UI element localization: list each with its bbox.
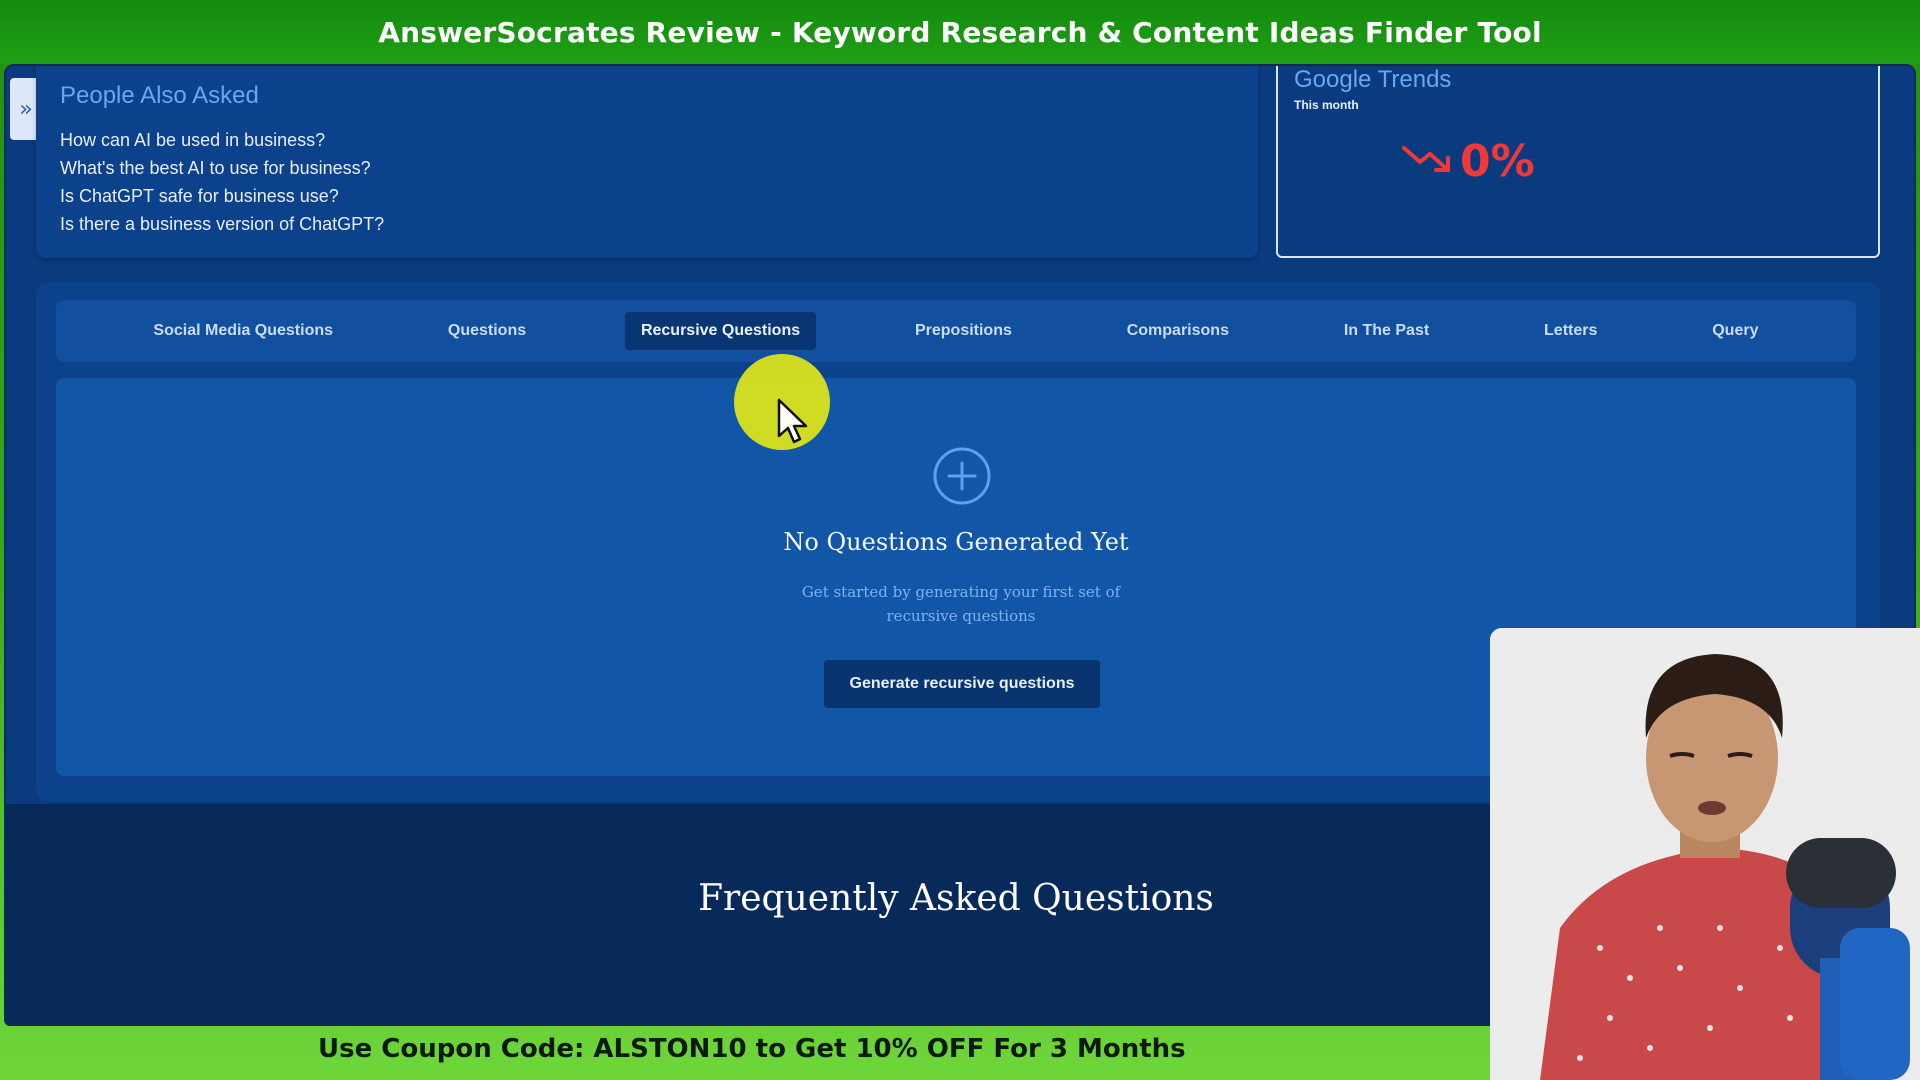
paa-question[interactable]: What's the best AI to use for business? bbox=[60, 154, 384, 182]
coupon-banner: Use Coupon Code: ALSTON10 to Get 10% OFF… bbox=[318, 1034, 1186, 1064]
tab-prepositions[interactable]: Prepositions bbox=[899, 312, 1028, 350]
google-trends-card: Google Trends This month 0% bbox=[1276, 66, 1880, 258]
plus-circle-icon bbox=[933, 447, 991, 505]
empty-state-title: No Questions Generated Yet bbox=[783, 528, 1129, 556]
trending-down-icon bbox=[1402, 146, 1450, 172]
people-also-asked-card: People Also Asked How can AI be used in … bbox=[36, 66, 1258, 258]
tab-comparisons[interactable]: Comparisons bbox=[1111, 312, 1245, 350]
paa-question[interactable]: Is there a business version of ChatGPT? bbox=[60, 210, 384, 238]
paa-question[interactable]: How can AI be used in business? bbox=[60, 126, 384, 154]
empty-state-description: Get started by generating your first set… bbox=[801, 583, 1121, 625]
webcam-overlay bbox=[1490, 628, 1920, 1080]
tab-letters[interactable]: Letters bbox=[1528, 312, 1613, 350]
tab-in-the-past[interactable]: In The Past bbox=[1328, 312, 1445, 350]
tab-query[interactable]: Query bbox=[1696, 312, 1774, 350]
google-trends-period: This month bbox=[1294, 98, 1359, 112]
video-title-banner: AnswerSocrates Review - Keyword Research… bbox=[0, 0, 1920, 64]
people-also-asked-list: How can AI be used in business? What's t… bbox=[60, 126, 384, 238]
mouse-pointer-icon bbox=[777, 398, 808, 444]
paa-question[interactable]: Is ChatGPT safe for business use? bbox=[60, 182, 384, 210]
presenter-video-icon bbox=[1490, 628, 1920, 1080]
tab-social-media-questions[interactable]: Social Media Questions bbox=[137, 312, 349, 350]
video-title: AnswerSocrates Review - Keyword Research… bbox=[378, 15, 1542, 49]
google-trends-title: Google Trends bbox=[1294, 66, 1452, 93]
people-also-asked-title: People Also Asked bbox=[60, 82, 259, 109]
tab-recursive-questions[interactable]: Recursive Questions bbox=[624, 312, 817, 350]
generate-recursive-questions-button[interactable]: Generate recursive questions bbox=[824, 660, 1100, 708]
google-trends-value: 0% bbox=[1460, 136, 1535, 187]
double-chevron-right-icon: » bbox=[19, 96, 33, 122]
question-type-tabs: Social Media Questions Questions Recursi… bbox=[56, 300, 1856, 362]
tab-questions[interactable]: Questions bbox=[432, 312, 542, 350]
